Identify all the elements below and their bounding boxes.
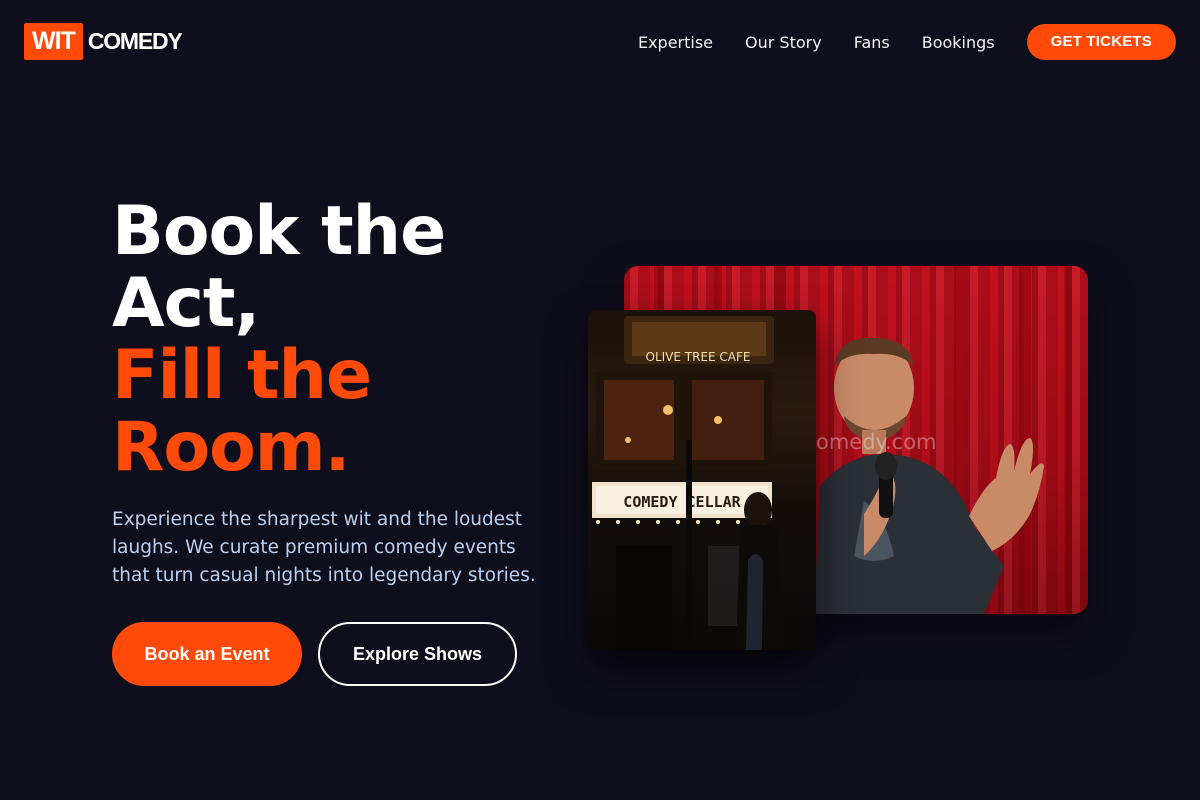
nav-link-expertise[interactable]: Expertise [638,33,713,52]
headline-line-2: Act, [112,264,260,343]
logo-wordmark: COMEDY [87,28,183,54]
hero-headline: Book the Act, Fill the Room. [112,192,446,487]
comedy-cellar-photo: OLIVE TREE CAFE COMEDY CELLAR [588,310,816,650]
headline-line-1: Book the [112,192,446,271]
hero-description: Experience the sharpest wit and the loud… [112,509,536,586]
brand-logo[interactable]: WIT COMEDY [24,23,183,60]
headline-line-4: Room. [112,408,350,487]
nav-link-our-story[interactable]: Our Story [745,33,822,52]
explore-shows-button[interactable]: Explore Shows [318,622,517,686]
get-tickets-button[interactable]: GET TICKETS [1026,24,1176,60]
main-nav: Expertise Our Story Fans Bookings GET TI… [638,24,1176,60]
nav-link-bookings[interactable]: Bookings [922,33,995,52]
photo-watermark: omedy.com [816,430,937,454]
nav-link-fans[interactable]: Fans [854,33,890,52]
sign-main-text: COMEDY CELLAR [623,493,741,511]
logo-mark: WIT [24,23,83,60]
sign-top-text: OLIVE TREE CAFE [646,350,751,364]
book-event-button[interactable]: Book an Event [112,622,302,686]
venue-illustration: OLIVE TREE CAFE COMEDY CELLAR [592,316,784,650]
headline-line-3: Fill the [112,336,372,415]
